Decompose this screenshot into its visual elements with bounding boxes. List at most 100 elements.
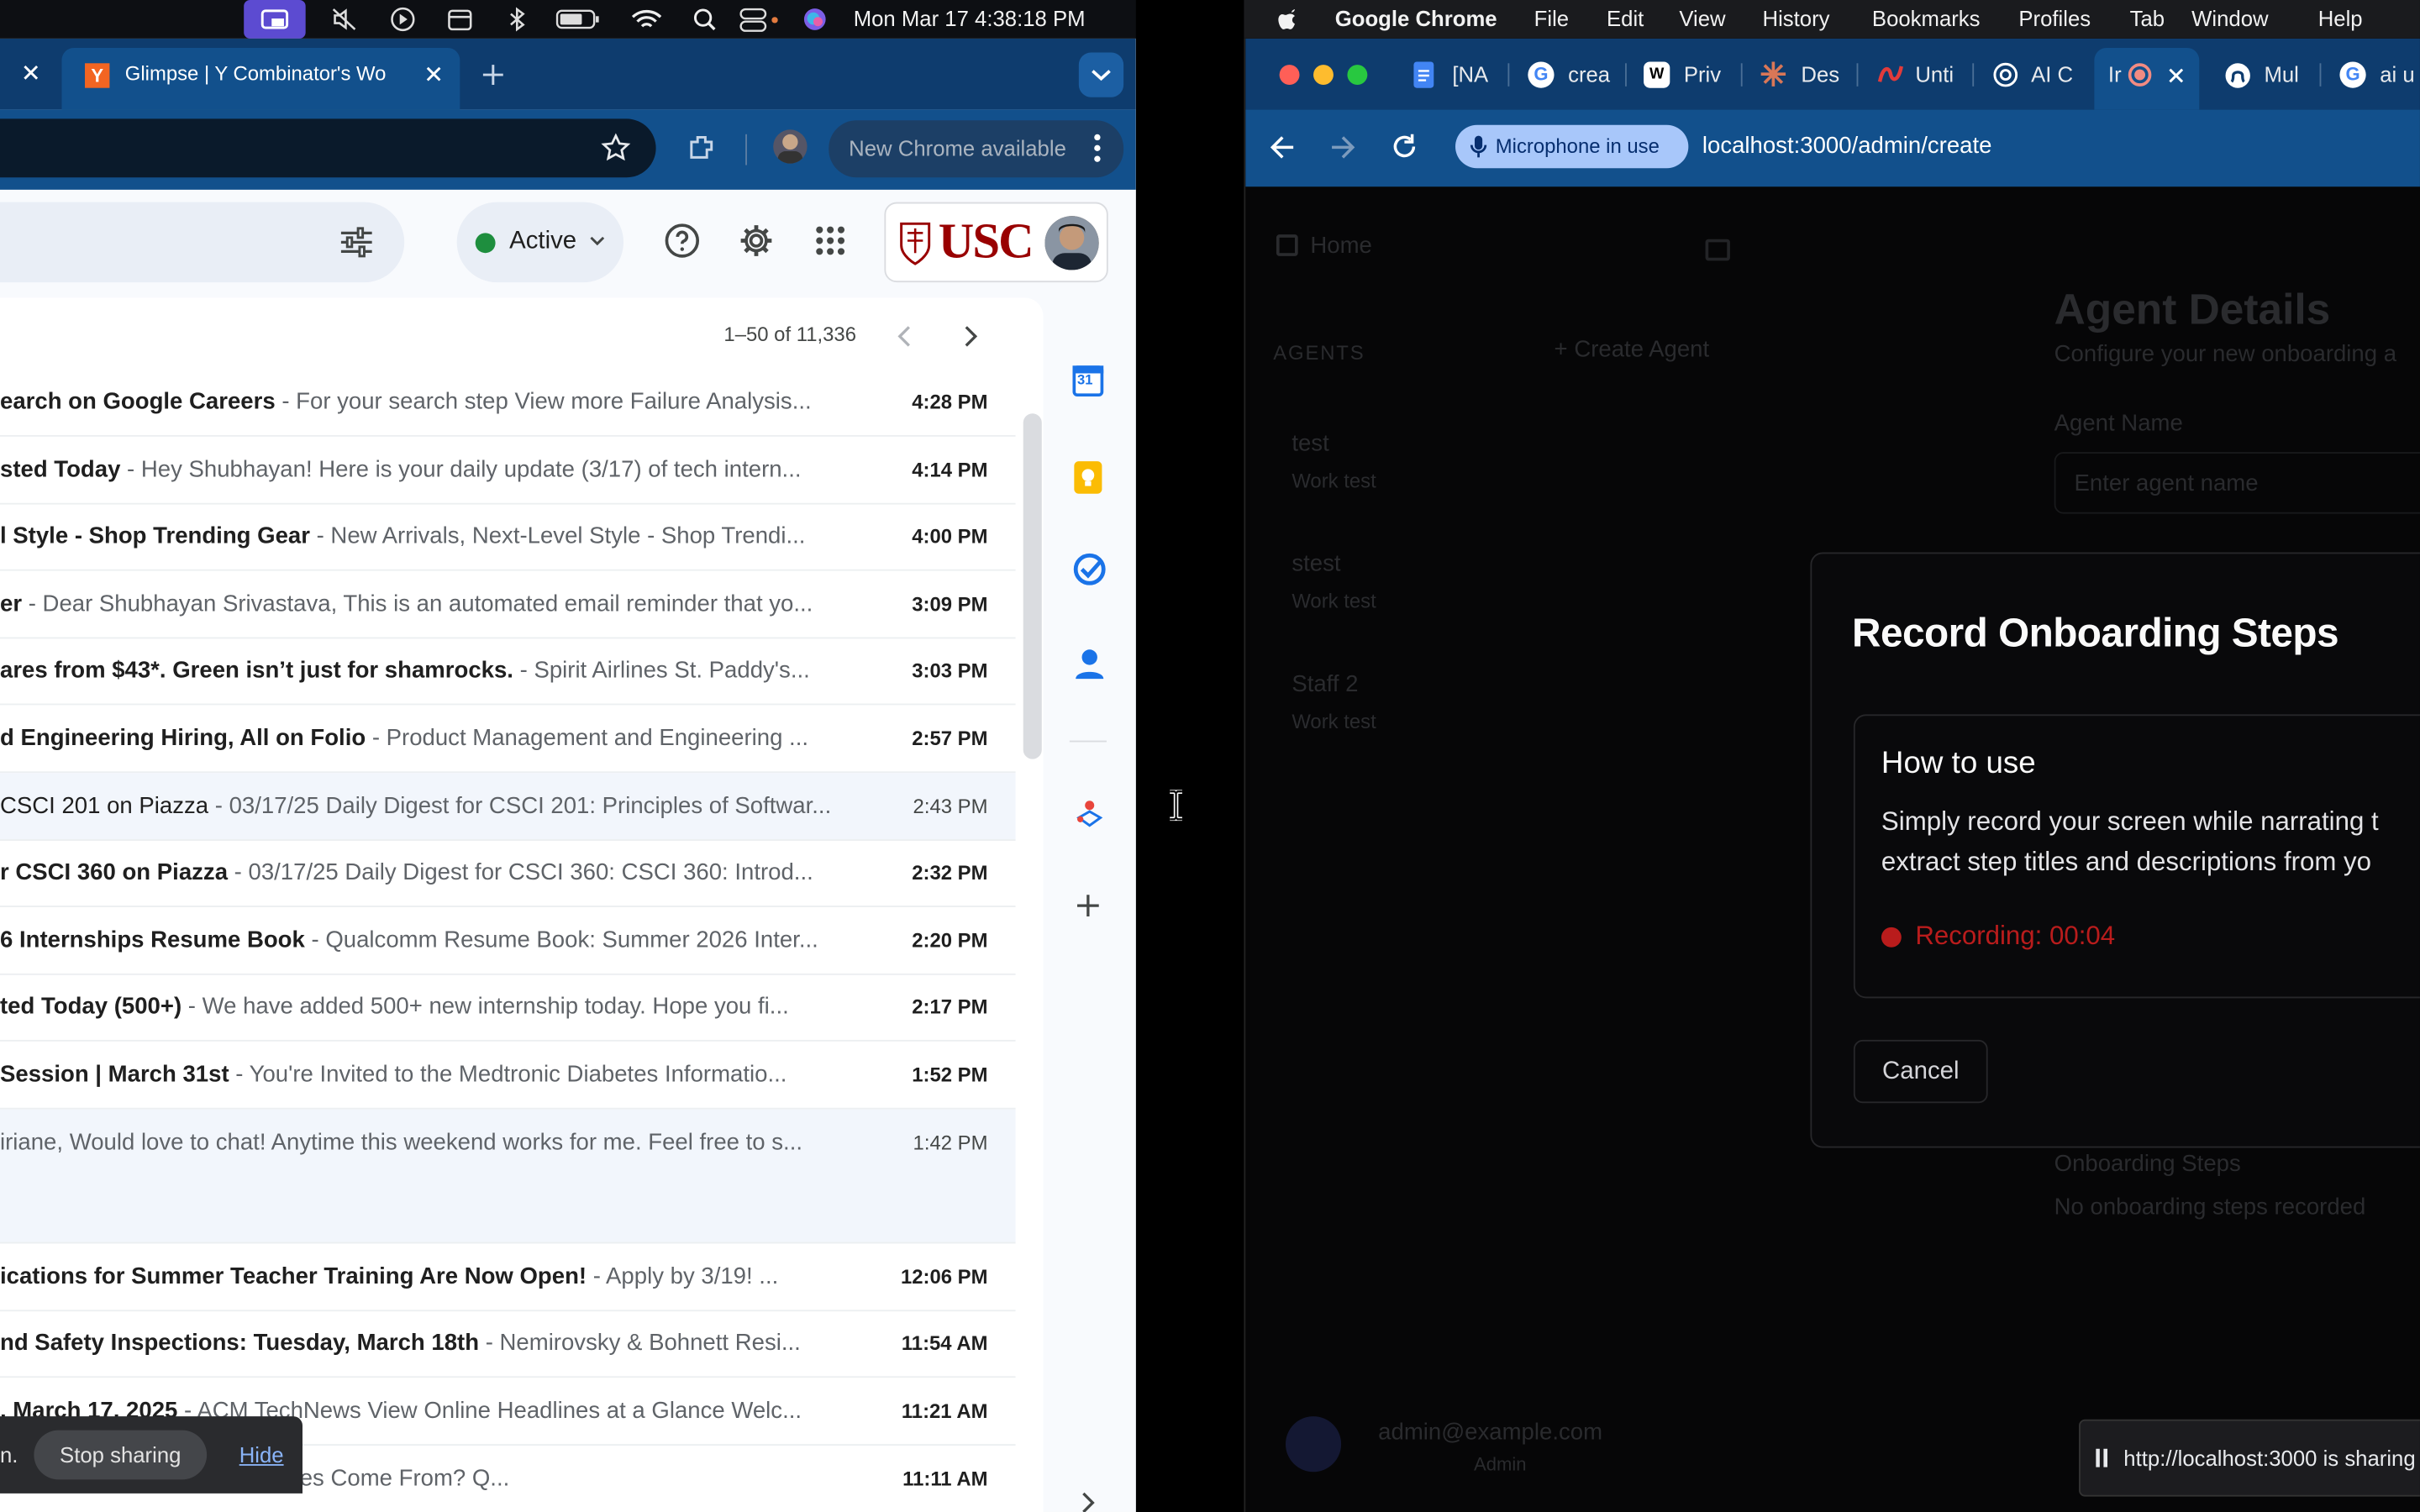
menu-file[interactable]: File [1534,6,1569,32]
account-switcher[interactable]: USC [884,202,1108,283]
create-agent-link[interactable]: + Create Agent [1555,336,1710,362]
email-row[interactable]: 6 Internships Resume Book - Qualcomm Res… [0,907,1016,975]
new-tab-icon[interactable] [481,63,505,87]
mute-icon[interactable] [330,6,358,32]
expand-panel-icon[interactable] [1081,1492,1096,1512]
account-avatar[interactable] [1044,216,1099,270]
url-text[interactable]: localhost:3000/admin/create [1702,125,1992,168]
menu-tab[interactable]: Tab [2130,6,2165,32]
apps-grid-icon[interactable] [815,225,846,256]
menu-profiles[interactable]: Profiles [2018,6,2091,32]
mail-search-bar[interactable] [0,202,405,283]
forward-arrow-icon[interactable] [1328,134,1356,160]
user-avatar[interactable] [1285,1416,1342,1473]
tab-search-button[interactable] [1078,52,1124,97]
status-dropdown[interactable]: Active [456,202,624,283]
profile-avatar[interactable] [773,129,808,164]
agent-item-title[interactable]: stest [1292,551,1340,577]
battery-icon[interactable] [555,8,602,31]
search-options-icon[interactable] [339,227,373,258]
chevron-right-icon[interactable] [963,326,978,348]
google-keep-icon[interactable] [1074,461,1102,494]
bluetooth-icon[interactable] [506,6,528,32]
recording-tab-indicator-icon [2128,63,2152,87]
google-contacts-icon[interactable] [1074,647,1105,680]
control-center-icon[interactable] [738,6,781,32]
new-chrome-available-button[interactable]: New Chrome available [829,120,1124,178]
chrome-menu-icon[interactable] [1090,133,1105,164]
menu-bar-clock[interactable]: Mon Mar 17 4:38:18 PM [854,6,1086,32]
play-icon[interactable] [389,6,417,32]
email-row[interactable]: sted Today - Hey Shubhayan! Here is your… [0,436,1016,504]
minimize-window-button[interactable] [1313,65,1334,86]
email-time: 2:43 PM [913,794,988,817]
email-row[interactable]: er - Dear Shubhayan Srivastava, This is … [0,570,1016,639]
menu-history[interactable]: History [1763,6,1830,32]
tab-google-search[interactable]: crea [1568,51,1610,97]
tab-ai-chat[interactable]: AI C [2031,51,2073,97]
extensions-icon[interactable] [685,131,718,165]
help-icon[interactable] [664,222,701,259]
tab-close-icon[interactable] [424,65,443,83]
tab-close-icon[interactable] [2167,66,2186,85]
spotlight-search-icon[interactable] [692,6,719,32]
hide-share-bar-link[interactable]: Hide [239,1431,284,1480]
tab-docs[interactable]: [NA [1452,51,1488,97]
agent-name-input[interactable]: Enter agent name [2054,452,2420,514]
email-row[interactable]: ted Today (500+) - We have added 500+ ne… [0,974,1016,1042]
home-nav-link[interactable]: Home [1276,233,1372,260]
inbox-scrollbar[interactable] [1023,413,1042,759]
google-calendar-icon[interactable]: 31 [1072,365,1104,397]
stop-sharing-button[interactable]: Stop sharing [34,1430,208,1480]
apple-logo-icon[interactable] [1278,6,1302,32]
google-tasks-icon[interactable] [1073,553,1107,586]
tab-localhost[interactable]: Ir [2108,51,2122,97]
email-row[interactable]: r CSCI 360 on Piazza - 03/17/25 Daily Di… [0,840,1016,908]
chevron-left-icon[interactable] [897,326,912,348]
settings-gear-icon[interactable] [738,222,775,259]
tab-design[interactable]: Des [1801,51,1839,97]
maximize-window-button[interactable] [1347,65,1368,86]
calendar-menu-icon[interactable] [446,6,474,32]
tab-untitled[interactable]: Unti [1915,51,1954,97]
menu-help[interactable]: Help [2318,6,2363,32]
email-row[interactable]: nd Safety Inspections: Tuesday, March 18… [0,1310,1016,1378]
close-window-button[interactable] [1279,65,1300,86]
agent-item-title[interactable]: test [1292,430,1328,456]
email-row[interactable]: ares from $43*. Green isn’t just for sha… [0,638,1016,706]
tab-privacy[interactable]: Priv [1684,51,1721,97]
tab-glimpse[interactable]: Glimpse | Y Combinator's Wo [125,51,400,97]
agent-item-title[interactable]: Staff 2 [1292,671,1358,697]
gmail-window: Y Glimpse | Y Combinator's Wo New Chrome… [0,38,1136,1512]
bookmark-star-icon[interactable] [600,133,631,164]
siri-icon[interactable] [801,6,829,32]
add-addon-icon[interactable] [1076,893,1100,917]
pause-icon[interactable] [2096,1448,2108,1467]
cancel-button[interactable]: Cancel [1853,1039,1988,1104]
email-row[interactable]: iriane, Would love to chat! Anytime this… [0,1108,1016,1243]
email-row[interactable]: earch on Google Careers - For your searc… [0,369,1016,437]
reload-icon[interactable] [1391,133,1418,160]
email-row[interactable]: d Engineering Hiring, All on Folio - Pro… [0,705,1016,774]
usc-logo: USC [938,213,1034,269]
email-row[interactable]: ications for Summer Teacher Training Are… [0,1243,1016,1311]
email-time: 12:06 PM [900,1264,988,1289]
tab-ai-search[interactable]: ai u [2380,51,2414,97]
app-name-menu[interactable]: Google Chrome [1335,6,1497,32]
email-row[interactable]: Session | March 31st - You're Invited to… [0,1042,1016,1110]
email-row[interactable]: l Style - Shop Trending Gear - New Arriv… [0,503,1016,571]
wifi-icon[interactable] [629,6,663,32]
menu-bookmarks[interactable]: Bookmarks [1872,6,1981,32]
back-arrow-icon[interactable] [1269,134,1297,160]
tab-close-icon[interactable] [22,63,40,81]
screen-share-icon[interactable] [244,0,306,39]
sidebar-toggle-icon[interactable] [1705,239,1730,261]
menu-edit[interactable]: Edit [1607,6,1644,32]
menu-view[interactable]: View [1679,6,1725,32]
email-row[interactable]: CSCI 201 on Piazza - 03/17/25 Daily Dige… [0,772,1016,841]
menu-window[interactable]: Window [2191,6,2268,32]
tab-github[interactable]: Mul [2264,51,2298,97]
address-bar[interactable] [0,118,656,178]
addon-icon[interactable] [1073,795,1107,828]
microphone-in-use-indicator[interactable]: Microphone in use [1455,124,1689,169]
